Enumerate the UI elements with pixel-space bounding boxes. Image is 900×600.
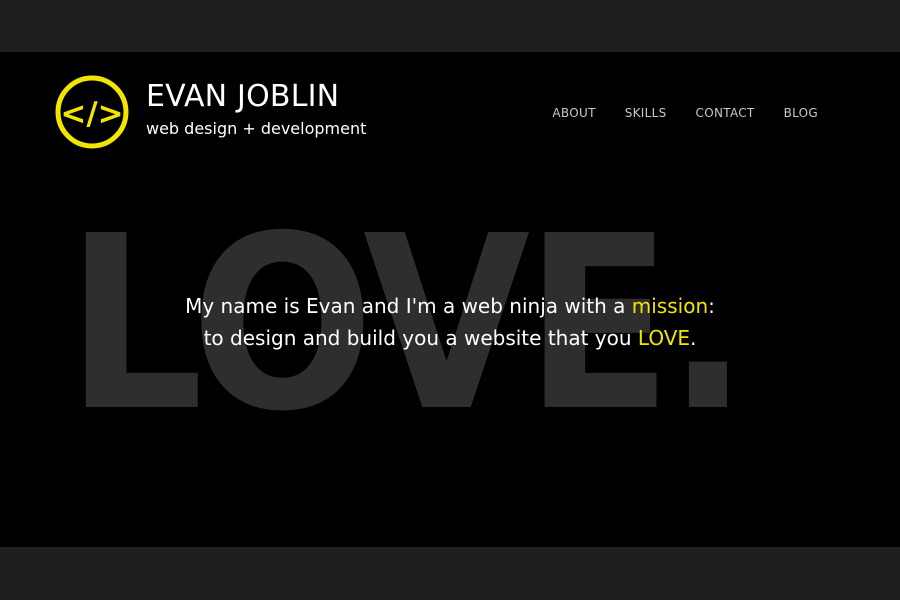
brand-name: EVAN JOBLIN <box>146 79 340 114</box>
line1-punctuation: : <box>708 294 715 318</box>
nav-item-contact[interactable]: CONTACT <box>696 106 755 120</box>
bottom-frame-bar <box>0 547 900 600</box>
hero-section: </> EVAN JOBLIN web design + development… <box>0 52 900 547</box>
line2-punctuation: . <box>690 326 697 350</box>
nav-item-about[interactable]: ABOUT <box>552 106 595 120</box>
top-frame-bar <box>0 0 900 52</box>
mission-highlight: mission <box>631 294 709 318</box>
line1-text: My name is Evan and I'm a web ninja with… <box>185 294 632 318</box>
nav-item-blog[interactable]: BLOG <box>784 106 818 120</box>
home-logo-link[interactable]: </> EVAN JOBLIN web design + development <box>54 74 366 149</box>
code-brackets-icon: </> <box>55 75 129 149</box>
hero-message-line-2: to design and build you a website that y… <box>0 322 900 354</box>
hero-message: My name is Evan and I'm a web ninja with… <box>0 290 900 354</box>
main-nav: ABOUT SKILLS CONTACT BLOG <box>552 106 818 120</box>
brand-tagline: web design + development <box>146 119 367 138</box>
hero-message-line-1: My name is Evan and I'm a web ninja with… <box>0 290 900 322</box>
line2-text: to design and build you a website that y… <box>203 326 638 350</box>
nav-item-skills[interactable]: SKILLS <box>625 106 667 120</box>
logo-symbol: </> <box>60 96 123 132</box>
love-highlight: LOVE <box>637 326 691 350</box>
